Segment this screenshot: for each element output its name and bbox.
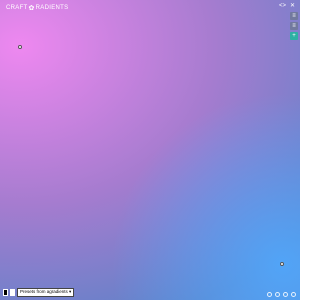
color-mode-button[interactable]: ≡: [290, 12, 298, 20]
twitter-icon[interactable]: [283, 292, 288, 297]
share-icon[interactable]: <>: [279, 3, 286, 10]
gradient-stop-handle-blue[interactable]: [280, 262, 284, 266]
logo-flower-icon: ✿: [28, 5, 35, 12]
bottom-bar: Presets from agradients ▾: [3, 288, 75, 297]
info-icon[interactable]: [291, 292, 296, 297]
github-icon[interactable]: [267, 292, 272, 297]
add-button[interactable]: +: [290, 32, 298, 40]
top-toolbar: <> ✕: [279, 3, 296, 10]
app-logo[interactable]: CRAFT ✿ RADIENTS: [6, 4, 68, 12]
logo-text-right: RADIENTS: [35, 5, 69, 11]
bottom-right-icons: [267, 292, 296, 297]
gradient-stop-handle-pink[interactable]: [18, 45, 22, 49]
side-panel: ≡ ≡ +: [290, 12, 298, 40]
color-swatch-black[interactable]: [3, 289, 8, 296]
layers-button[interactable]: ≡: [290, 22, 298, 30]
dribbble-icon[interactable]: [275, 292, 280, 297]
gradient-canvas[interactable]: [0, 0, 300, 300]
presets-dropdown[interactable]: Presets from agradients ▾: [17, 288, 75, 297]
close-icon[interactable]: ✕: [289, 3, 296, 10]
color-swatch-white[interactable]: [10, 289, 15, 296]
logo-text-left: CRAFT: [6, 5, 28, 11]
